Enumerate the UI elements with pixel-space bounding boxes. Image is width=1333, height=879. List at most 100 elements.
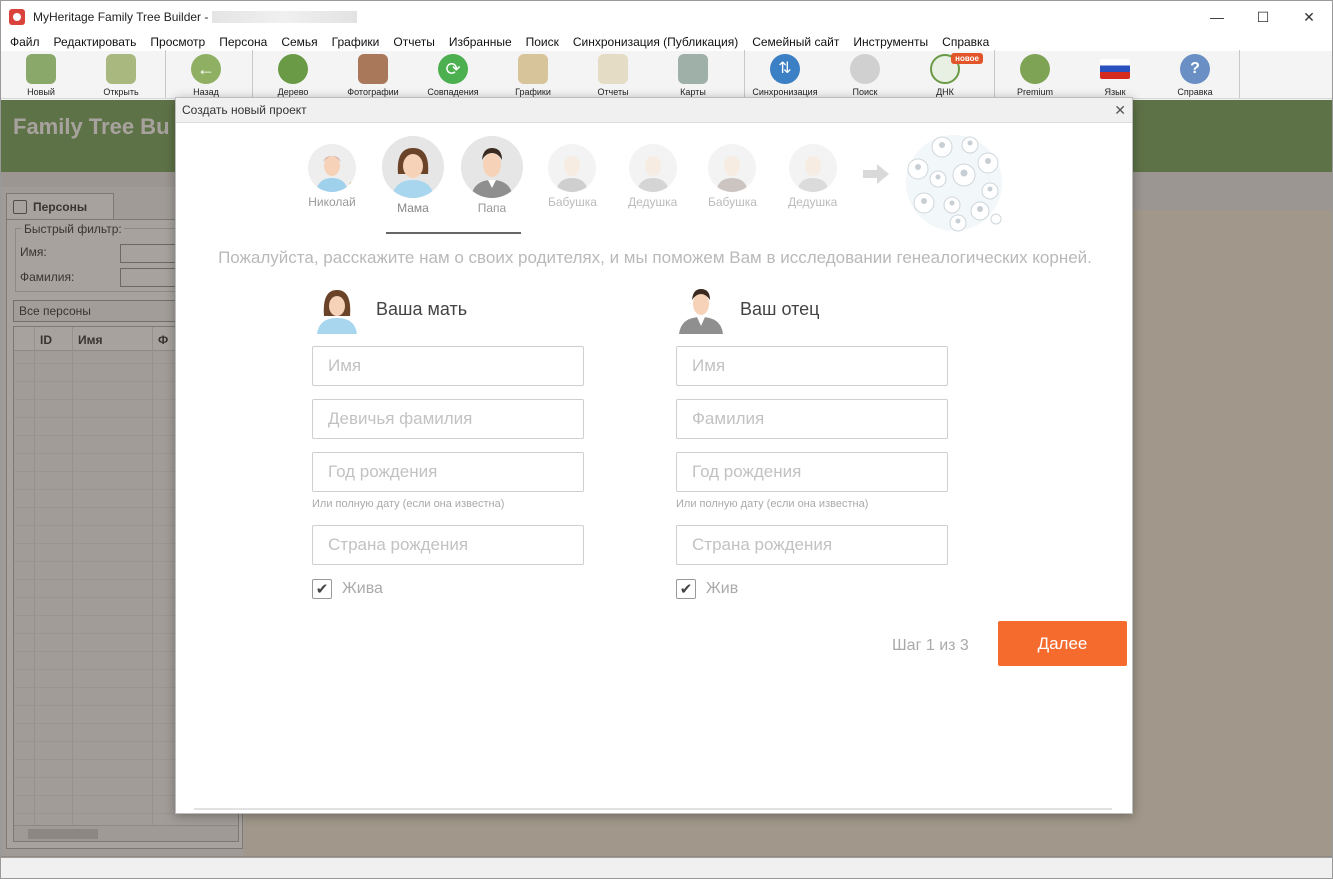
toolbar-back-label: Назад bbox=[193, 87, 219, 97]
menu-file[interactable]: Файл bbox=[3, 35, 47, 49]
grandmother-avatar-icon bbox=[548, 144, 597, 192]
toolbar-group-file: Новый Открыть bbox=[1, 50, 166, 98]
maximize-button[interactable]: ☐ bbox=[1240, 1, 1286, 33]
wizard-steps: ✔ Николай Мама bbox=[176, 135, 1134, 236]
menu-view[interactable]: Просмотр bbox=[143, 35, 212, 49]
new-project-dialog: Создать новый проект ✕ ✔ Николай bbox=[175, 97, 1133, 814]
menu-family[interactable]: Семья bbox=[274, 35, 324, 49]
menu-reports[interactable]: Отчеты bbox=[386, 35, 441, 49]
back-arrow-icon: ← bbox=[191, 54, 221, 84]
toolbar-photos-label: Фотографии bbox=[347, 87, 399, 97]
mother-alive-checkbox[interactable]: ✔ bbox=[312, 579, 332, 599]
toolbar-open-label: Открыть bbox=[103, 87, 139, 97]
father-alive-label: Жив bbox=[706, 580, 739, 597]
toolbar-group-nav: ← Назад bbox=[166, 50, 253, 98]
step-self[interactable]: ✔ Николай bbox=[308, 144, 356, 209]
father-avatar-icon bbox=[676, 284, 726, 334]
toolbar-search-button[interactable]: Поиск bbox=[825, 50, 905, 98]
toolbar-matches-label: Совпадения bbox=[427, 87, 479, 97]
toolbar-dna-label: ДНК bbox=[936, 87, 954, 97]
man-avatar-icon bbox=[461, 136, 523, 198]
dialog-close-button[interactable]: ✕ bbox=[1114, 102, 1126, 119]
father-first-name-input[interactable] bbox=[676, 346, 948, 386]
toolbar-reports-button[interactable]: Отчеты bbox=[573, 50, 653, 98]
search-icon bbox=[850, 54, 880, 84]
boy-avatar-icon: ✔ bbox=[308, 144, 356, 192]
toolbar-language-label: Язык bbox=[1104, 87, 1126, 97]
toolbar-maps-button[interactable]: Карты bbox=[653, 50, 733, 98]
close-window-button[interactable]: ✕ bbox=[1286, 1, 1332, 33]
menu-tools[interactable]: Инструменты bbox=[846, 35, 935, 49]
father-birth-country-input[interactable] bbox=[676, 525, 948, 565]
menu-charts[interactable]: Графики bbox=[325, 35, 387, 49]
toolbar-tree-button[interactable]: Дерево bbox=[253, 50, 333, 98]
step-self-label: Николай bbox=[308, 195, 356, 209]
window-controls: — ☐ ✕ bbox=[1194, 1, 1332, 33]
father-alive-row[interactable]: ✔ Жив bbox=[676, 579, 951, 599]
new-badge: новое bbox=[951, 53, 983, 64]
menu-family-site[interactable]: Семейный сайт bbox=[745, 35, 846, 49]
photos-icon bbox=[358, 54, 388, 84]
menu-edit[interactable]: Редактировать bbox=[47, 35, 144, 49]
toolbar-back-button[interactable]: ← Назад bbox=[166, 50, 246, 98]
step-mother-label: Мама bbox=[397, 201, 429, 215]
app-window: MyHeritage Family Tree Builder - — ☐ ✕ Ф… bbox=[0, 0, 1333, 879]
father-birth-date-hint: Или полную дату (если она известна) bbox=[676, 498, 869, 510]
mother-birth-country-input[interactable] bbox=[312, 525, 584, 565]
menu-help[interactable]: Справка bbox=[935, 35, 996, 49]
toolbar-matches-button[interactable]: ⟳ Совпадения bbox=[413, 50, 493, 98]
mother-form: Ваша мать Или полную дату (если она изве… bbox=[312, 284, 587, 599]
toolbar-open-button[interactable]: Открыть bbox=[81, 50, 161, 98]
father-last-name-input[interactable] bbox=[676, 399, 948, 439]
toolbar-dna-button[interactable]: ДНК новое bbox=[905, 50, 985, 98]
menu-sync[interactable]: Синхронизация (Публикация) bbox=[566, 35, 745, 49]
step-counter: Шаг 1 из 3 bbox=[892, 637, 969, 654]
toolbar-sync-button[interactable]: ⇅ Синхронизация bbox=[745, 50, 825, 98]
toolbar-charts-button[interactable]: Графики bbox=[493, 50, 573, 98]
step-grandfather-2[interactable]: Дедушка bbox=[788, 144, 837, 209]
arrow-right-icon bbox=[863, 164, 889, 184]
next-button[interactable]: Далее bbox=[998, 621, 1127, 666]
grandfather-avatar-icon bbox=[788, 144, 837, 192]
mother-maiden-name-input[interactable] bbox=[312, 399, 584, 439]
menu-search[interactable]: Поиск bbox=[519, 35, 566, 49]
toolbar-sync-label: Синхронизация bbox=[752, 87, 818, 97]
mother-first-name-input[interactable] bbox=[312, 346, 584, 386]
help-icon: ? bbox=[1180, 54, 1210, 84]
menu-favorites[interactable]: Избранные bbox=[442, 35, 519, 49]
mother-birth-date-hint: Или полную дату (если она известна) bbox=[312, 498, 505, 510]
father-birth-year-input[interactable] bbox=[676, 452, 948, 492]
open-folder-icon bbox=[106, 54, 136, 84]
toolbar-premium-button[interactable]: Premium bbox=[995, 50, 1075, 98]
step-grandfather-1[interactable]: Дедушка bbox=[628, 144, 677, 209]
step-done-icon: ✔ bbox=[348, 175, 356, 192]
woman-avatar-icon bbox=[382, 136, 444, 198]
toolbar-reports-label: Отчеты bbox=[597, 87, 629, 97]
step-grandmother-2[interactable]: Бабушка bbox=[708, 144, 757, 209]
grandfather-avatar-icon bbox=[628, 144, 677, 192]
father-alive-checkbox[interactable]: ✔ bbox=[676, 579, 696, 599]
mother-alive-row[interactable]: ✔ Жива bbox=[312, 579, 587, 599]
mother-birth-year-input[interactable] bbox=[312, 452, 584, 492]
mother-avatar-icon bbox=[312, 284, 362, 334]
toolbar-new-button[interactable]: Новый bbox=[1, 50, 81, 98]
minimize-button[interactable]: — bbox=[1194, 1, 1240, 33]
step-grandmother-1[interactable]: Бабушка bbox=[548, 144, 597, 209]
tree-icon bbox=[278, 54, 308, 84]
toolbar-group-views: Дерево Фотографии ⟳ Совпадения Графики О… bbox=[253, 50, 745, 98]
step-mother[interactable]: Мама bbox=[382, 136, 444, 215]
toolbar-language-button[interactable]: Язык bbox=[1075, 50, 1155, 98]
active-step-underline bbox=[386, 232, 521, 234]
reports-icon bbox=[598, 54, 628, 84]
toolbar-group-online: ⇅ Синхронизация Поиск ДНК новое bbox=[745, 50, 995, 98]
toolbar-premium-label: Premium bbox=[1016, 87, 1053, 97]
step-father[interactable]: Папа bbox=[461, 136, 523, 215]
toolbar-help-button[interactable]: ? Справка bbox=[1155, 50, 1235, 98]
toolbar-maps-label: Карты bbox=[680, 87, 706, 97]
matches-icon: ⟳ bbox=[438, 54, 468, 84]
step-grandfather-2-label: Дедушка bbox=[788, 195, 838, 209]
menu-person[interactable]: Персона bbox=[212, 35, 274, 49]
step-grandfather-1-label: Дедушка bbox=[628, 195, 678, 209]
mother-header: Ваша мать bbox=[312, 284, 587, 334]
toolbar-photos-button[interactable]: Фотографии bbox=[333, 50, 413, 98]
